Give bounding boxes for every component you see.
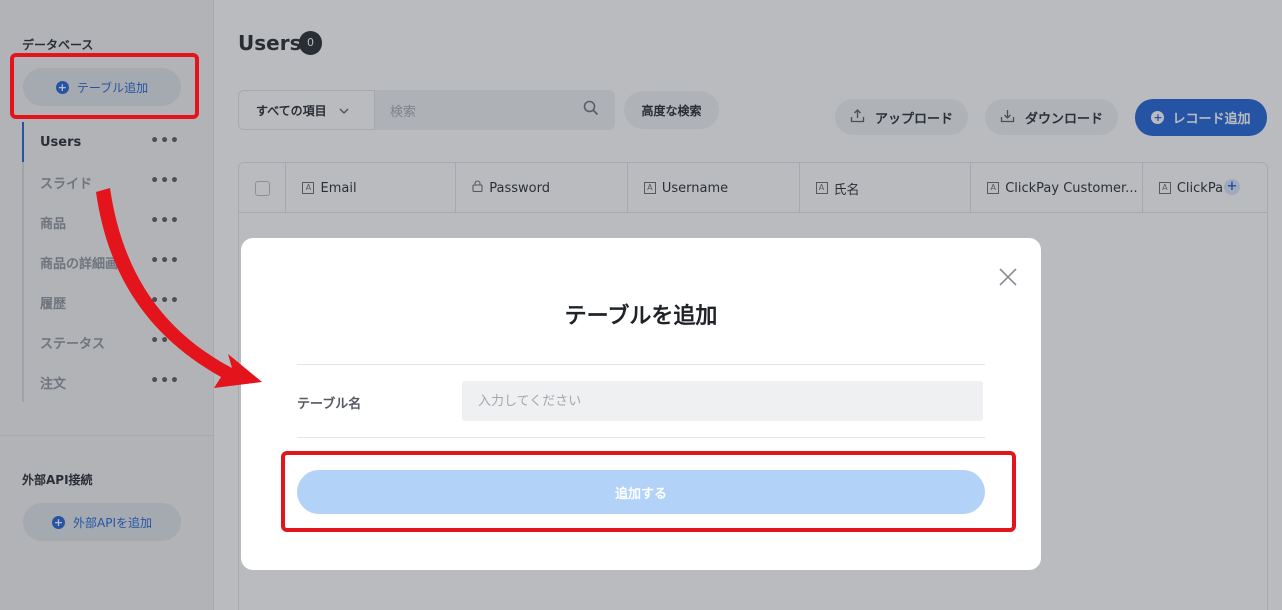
close-icon[interactable]: [997, 266, 1019, 288]
table-name-input[interactable]: [462, 381, 983, 421]
table-name-label: テーブル名: [297, 397, 362, 412]
dialog-divider: [297, 437, 985, 438]
dialog-title: テーブルを追加: [564, 304, 718, 329]
highlight-box-add-table: [10, 53, 199, 119]
dialog-divider: [297, 364, 985, 365]
highlight-box-submit: [281, 451, 1016, 532]
